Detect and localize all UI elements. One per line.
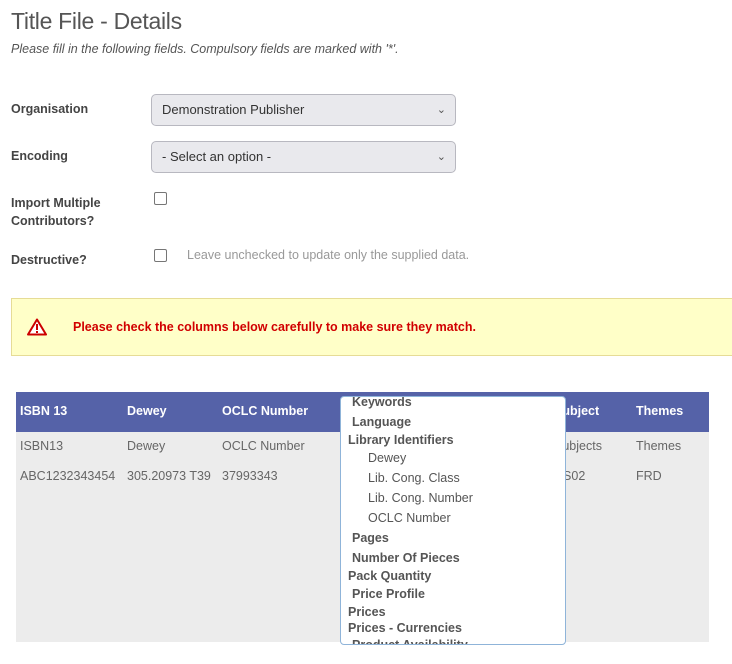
dropdown-option-pages[interactable]: Pages bbox=[352, 530, 389, 546]
grid-cell: ABC1232343454 bbox=[20, 469, 116, 483]
grid-cell: Dewey bbox=[127, 439, 166, 453]
destructive-label: Destructive? bbox=[11, 253, 87, 267]
encoding-select-value: - Select an option - bbox=[162, 149, 272, 164]
encoding-select[interactable]: - Select an option - ⌄ bbox=[151, 141, 456, 173]
grid-header-themes[interactable]: Themes bbox=[636, 404, 683, 418]
page-subtitle: Please fill in the following fields. Com… bbox=[11, 42, 399, 56]
import-multiple-label-line1: Import Multiple bbox=[11, 196, 101, 210]
dropdown-option-lib-cong-number[interactable]: Lib. Cong. Number bbox=[368, 490, 473, 506]
dropdown-option-language[interactable]: Language bbox=[352, 414, 411, 430]
warning-triangle-icon bbox=[27, 318, 47, 336]
dropdown-option-number-of-pieces[interactable]: Number Of Pieces bbox=[352, 550, 460, 566]
grid-cell: 37993343 bbox=[222, 469, 278, 483]
dropdown-group-library-identifiers: Library Identifiers bbox=[348, 433, 454, 447]
organisation-select-value: Demonstration Publisher bbox=[162, 102, 305, 117]
dropdown-option-prices[interactable]: Prices bbox=[348, 604, 386, 620]
grid-header-isbn13[interactable]: ISBN 13 bbox=[20, 404, 67, 418]
import-multiple-checkbox[interactable] bbox=[154, 192, 167, 205]
grid-cell: ISBN13 bbox=[20, 439, 64, 453]
destructive-checkbox[interactable] bbox=[154, 249, 167, 262]
import-multiple-label-line2: Contributors? bbox=[11, 214, 95, 228]
dropdown-option-keywords[interactable]: Keywords bbox=[352, 397, 412, 410]
grid-cell: OCLC Number bbox=[222, 439, 305, 453]
grid-cell: Themes bbox=[636, 439, 682, 453]
warning-text: Please check the columns below carefully… bbox=[73, 320, 476, 334]
encoding-label: Encoding bbox=[11, 149, 68, 163]
grid-header-oclc-number[interactable]: OCLC Number bbox=[222, 404, 308, 418]
chevron-down-icon: ⌄ bbox=[436, 151, 446, 163]
organisation-label: Organisation bbox=[11, 102, 89, 116]
import-multiple-label: Import Multiple Contributors? bbox=[11, 194, 101, 230]
dropdown-option-dewey[interactable]: Dewey bbox=[368, 450, 406, 466]
dropdown-option-prices-currencies[interactable]: Prices - Currencies bbox=[348, 620, 462, 636]
dropdown-option-price-profile[interactable]: Price Profile bbox=[352, 586, 425, 602]
chevron-down-icon: ⌄ bbox=[436, 104, 446, 116]
warning-banner: Please check the columns below carefully… bbox=[11, 298, 732, 356]
dropdown-option-product-availability[interactable]: Product Availability bbox=[352, 637, 468, 644]
grid-header-dewey[interactable]: Dewey bbox=[127, 404, 167, 418]
grid-cell: FRD bbox=[636, 469, 662, 483]
grid-cell: 305.20973 T39 bbox=[127, 469, 211, 483]
dropdown-option-pack-quantity[interactable]: Pack Quantity bbox=[348, 568, 431, 584]
organisation-select[interactable]: Demonstration Publisher ⌄ bbox=[151, 94, 456, 126]
dropdown-option-oclc-number[interactable]: OCLC Number bbox=[368, 510, 451, 526]
column-mapping-dropdown-list[interactable]: Keywords Language Library Identifiers De… bbox=[340, 396, 566, 645]
dropdown-option-lib-cong-class[interactable]: Lib. Cong. Class bbox=[368, 470, 460, 486]
page-title: Title File - Details bbox=[11, 8, 182, 34]
destructive-hint: Leave unchecked to update only the suppl… bbox=[187, 248, 470, 262]
